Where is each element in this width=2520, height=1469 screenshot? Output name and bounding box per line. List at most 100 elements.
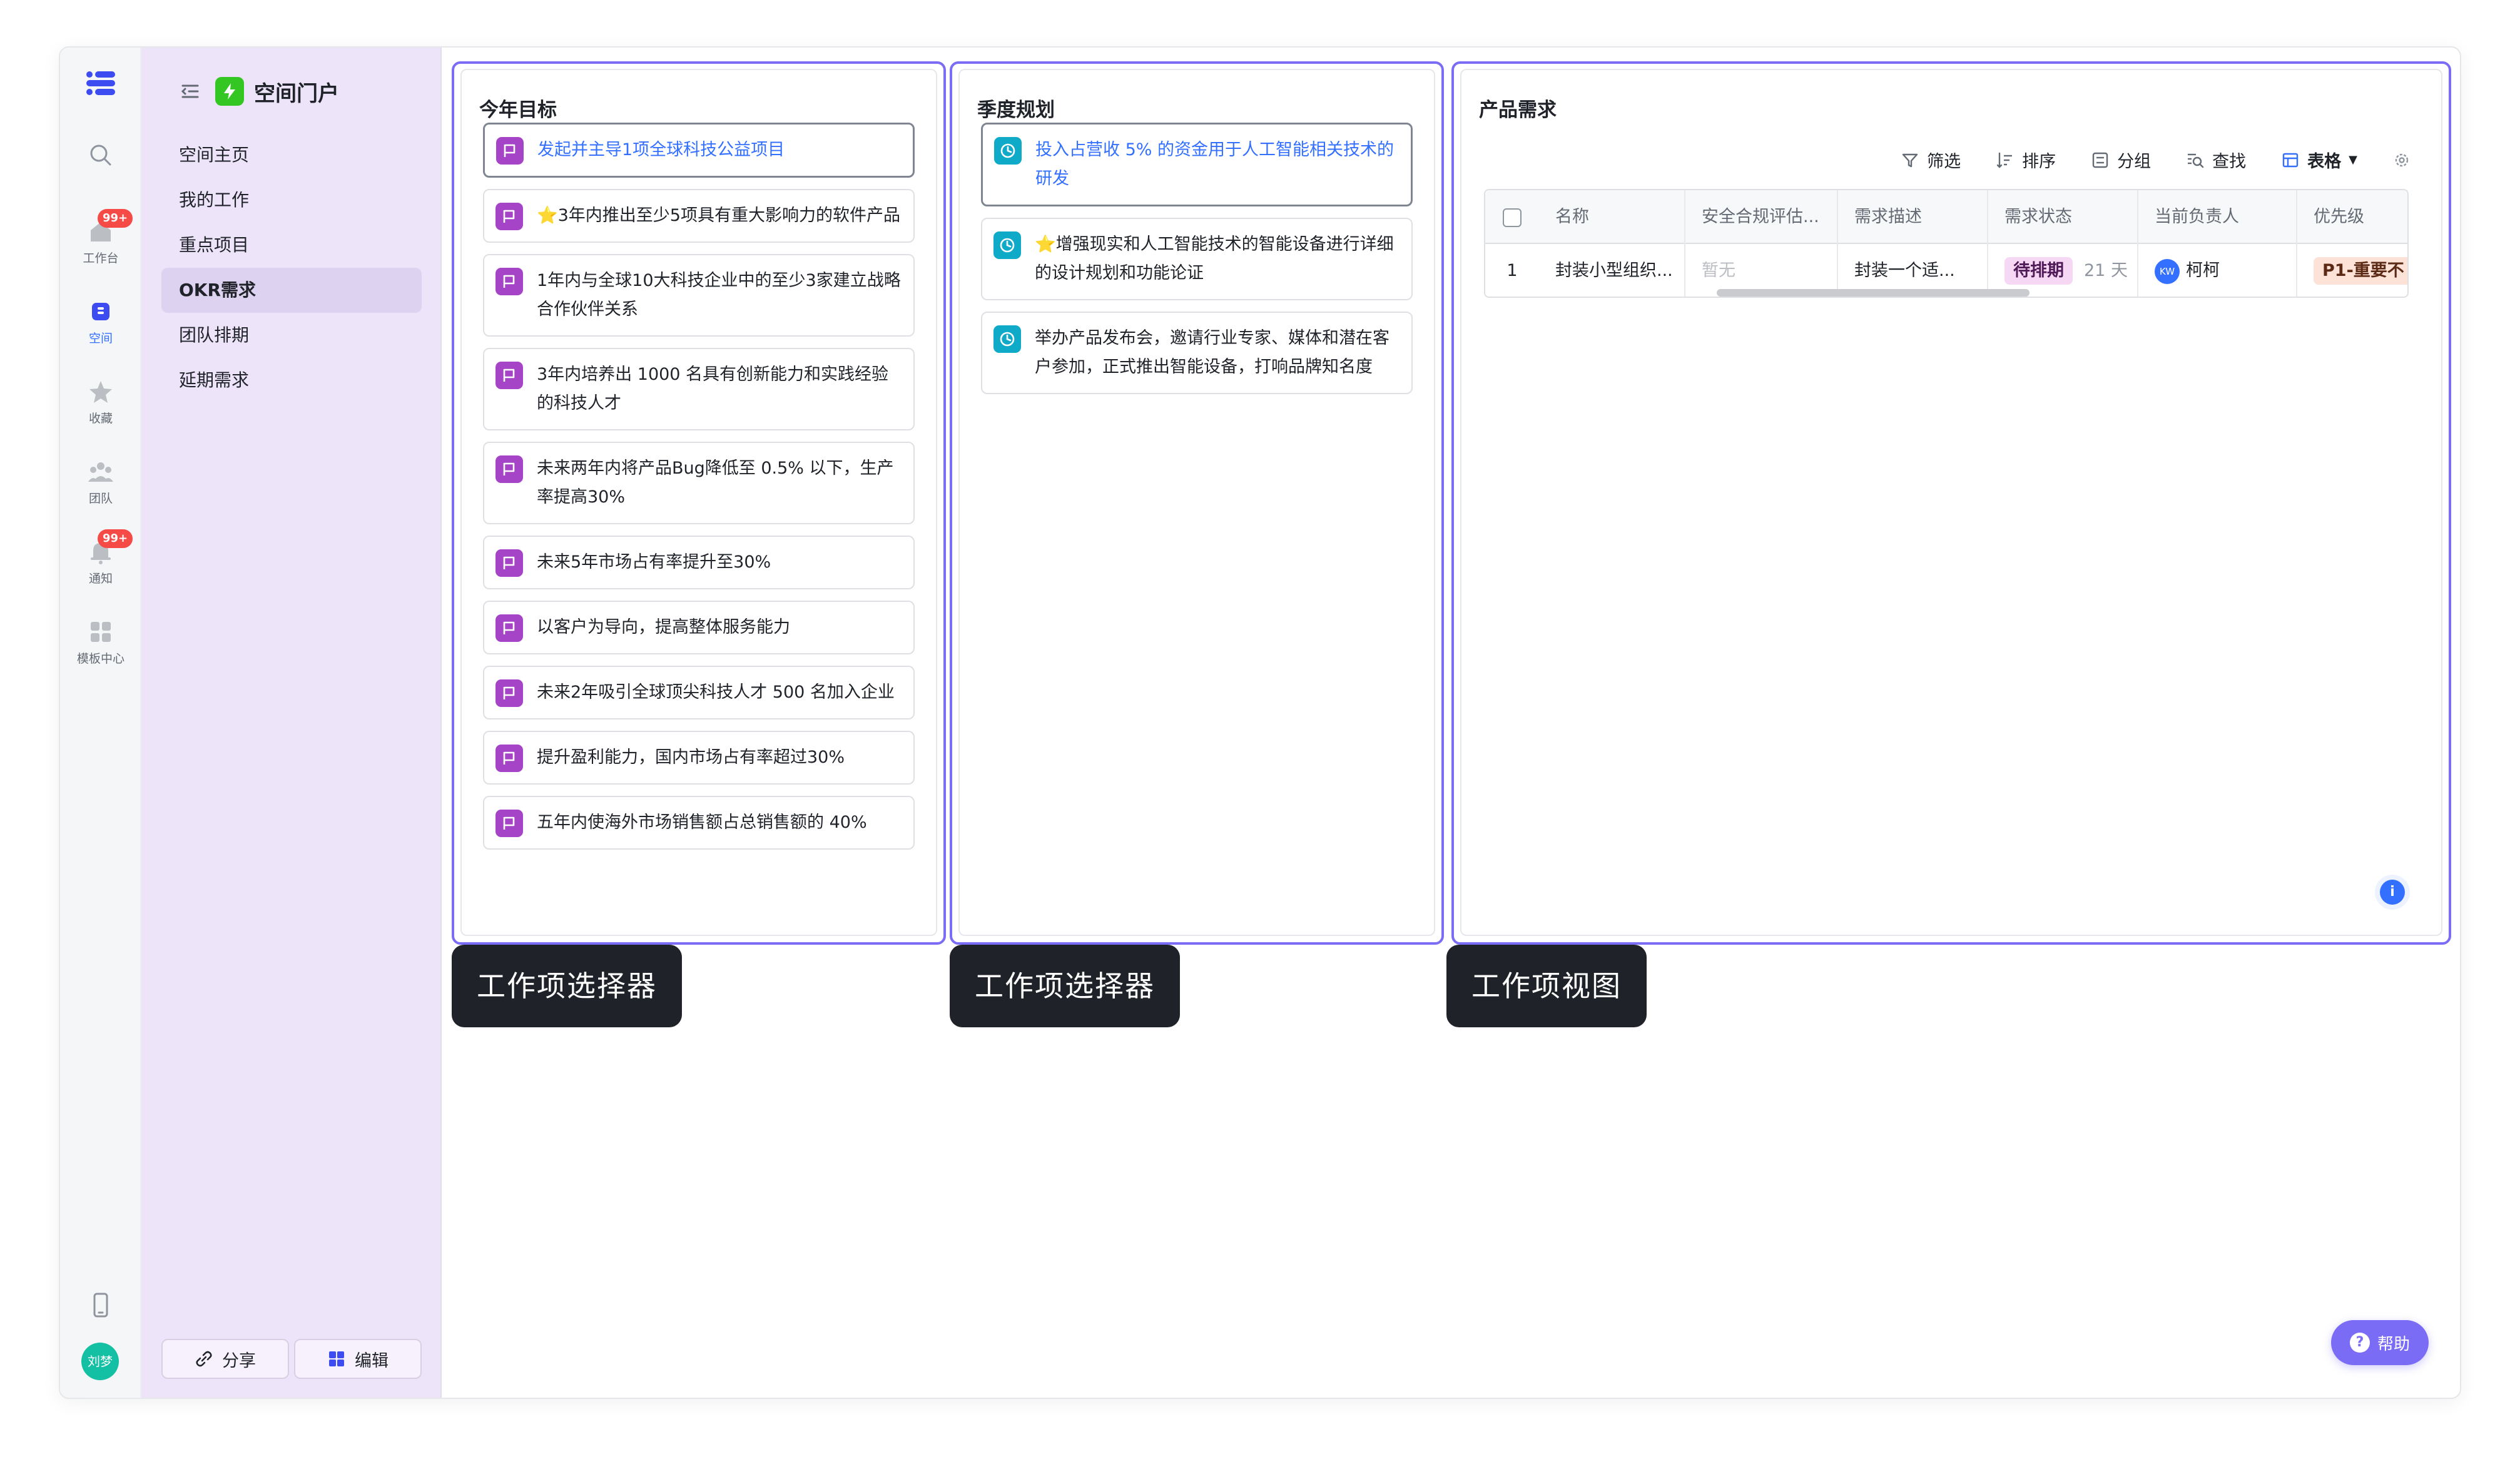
group-button[interactable]: 分组 [2091, 148, 2151, 172]
rail-search[interactable] [60, 141, 141, 169]
item-text: 以客户为导向，提高整体服务能力 [537, 618, 790, 637]
quarter-selector-panel: 季度规划 投入占营收 5% 的资金用于人工智能相关技术的研发 ⭐增强现实和人工智… [950, 61, 1444, 945]
column-header[interactable]: 需求描述 [1838, 190, 1988, 244]
avatar: KW [2155, 258, 2180, 284]
clock-icon [993, 325, 1021, 353]
rail-label: 通知 [88, 572, 113, 586]
widget-type-tag: 工作项选择器 [950, 945, 1180, 1027]
rail-item-workbench[interactable]: 99+ 工作台 [60, 209, 141, 266]
user-avatar[interactable]: 刘梦 [81, 1343, 119, 1380]
priority-cell[interactable]: P1-重要不 [2297, 244, 2407, 297]
flag-icon [495, 745, 523, 772]
list-item[interactable]: 1年内与全球10大科技企业中的至少3家建立战略合作伙伴关系 [483, 254, 915, 337]
list-item[interactable]: 投入占营收 5% 的资金用于人工智能相关技术的研发 [981, 123, 1413, 206]
row-index: 1 [1506, 261, 1518, 280]
list-item[interactable]: 发起并主导1项全球科技公益项目 [483, 123, 915, 178]
caret-down-icon: ▼ [2349, 153, 2357, 166]
goals-selector-panel: 今年目标 发起并主导1项全球科技公益项目 ⭐3年内推出至少5项具有重大影响力的软… [452, 61, 946, 945]
help-button[interactable]: ? 帮助 [2330, 1320, 2429, 1365]
flag-icon [495, 268, 523, 295]
filter-button[interactable]: 筛选 [1901, 148, 1961, 172]
rail-item-templates[interactable]: 模板中心 [60, 618, 141, 666]
template-grid-icon [91, 622, 111, 642]
sidebar-item-team-schedule[interactable]: 团队排期 [161, 313, 422, 358]
rail-mobile[interactable] [60, 1291, 141, 1319]
info-icon[interactable]: i [2380, 880, 2405, 905]
edit-button[interactable]: 编辑 [294, 1339, 422, 1379]
view-switcher[interactable]: 表格 ▼ [2281, 148, 2357, 172]
list-item[interactable]: 未来两年内将产品Bug降低至 0.5% 以下，生产率提高30% [483, 442, 915, 524]
rail-label: 模板中心 [76, 652, 124, 666]
column-header[interactable]: 安全合规评估... [1685, 190, 1838, 244]
owner-cell[interactable]: KW 柯柯 [2138, 244, 2297, 297]
rail-item-favorites[interactable]: 收藏 [60, 378, 141, 426]
sidebar-item-my-work[interactable]: 我的工作 [161, 178, 422, 223]
rail-item-team[interactable]: 团队 [60, 458, 141, 506]
column-header[interactable]: 需求状态 [1988, 190, 2138, 244]
sort-button[interactable]: 排序 [1996, 148, 2056, 172]
list-item[interactable]: ⭐3年内推出至少5项具有重大影响力的软件产品 [483, 189, 915, 243]
horizontal-scrollbar[interactable] [1717, 289, 2030, 297]
requirements-table: 名称 安全合规评估... 需求描述 需求状态 当前负责人 优先级 1 封装小型组… [1484, 189, 2409, 298]
sidebar-item-key-projects[interactable]: 重点项目 [161, 223, 422, 268]
list-item[interactable]: 未来2年吸引全球顶尖科技人才 500 名加入企业 [483, 666, 915, 719]
flag-icon [495, 549, 523, 577]
sidebar-header: 空间门户 [179, 73, 339, 110]
list-item[interactable]: 提升盈利能力，国内市场占有率超过30% [483, 731, 915, 785]
app-logo-icon[interactable] [84, 66, 118, 100]
list-item[interactable]: ⭐增强现实和人工智能技术的智能设备进行详细的设计规划和功能论证 [981, 218, 1413, 300]
flag-icon [495, 810, 523, 837]
flag-icon [495, 679, 523, 707]
priority-badge: P1-重要不 [2314, 257, 2407, 285]
space-title: 空间门户 [254, 81, 339, 106]
rail-item-notifications[interactable]: 99+ 通知 [60, 529, 141, 586]
item-text: 未来5年市场占有率提升至30% [537, 552, 771, 572]
list-item[interactable]: 以客户为导向，提高整体服务能力 [483, 601, 915, 654]
filter-icon [1902, 153, 1918, 167]
sidebar-nav: 空间主页 我的工作 重点项目 OKR需求 团队排期 延期需求 [161, 133, 422, 403]
panel-title: 产品需求 [1479, 99, 1557, 121]
name-cell[interactable]: 封装小型组织... [1539, 244, 1685, 297]
requirements-view-panel: 产品需求 筛选 排序 分组 查找 表格 ▼ 名称 安全合规评估... 需求描述 … [1451, 61, 2451, 945]
list-item[interactable]: 3年内培养出 1000 名具有创新能力和实践经验的科技人才 [483, 348, 915, 430]
sidebar-item-delayed[interactable]: 延期需求 [161, 358, 422, 403]
widget-type-tag: 工作项选择器 [452, 945, 682, 1027]
star-icon [89, 381, 112, 403]
column-header[interactable]: 当前负责人 [2138, 190, 2297, 244]
list-item[interactable]: 举办产品发布会，邀请行业专家、媒体和潜在客户参加，正式推出智能设备，打响品牌知名… [981, 312, 1413, 394]
item-text: 1年内与全球10大科技企业中的至少3家建立战略合作伙伴关系 [537, 271, 901, 319]
flag-icon [495, 455, 523, 483]
rail-label: 团队 [88, 492, 113, 506]
sidebar-item-okr[interactable]: OKR需求 [161, 268, 422, 313]
share-label: 分享 [222, 1351, 256, 1371]
column-header[interactable]: 优先级 [2297, 190, 2407, 244]
list-item[interactable]: 未来5年市场占有率提升至30% [483, 536, 915, 589]
sort-icon [1996, 152, 2013, 168]
find-button[interactable]: 查找 [2186, 148, 2246, 172]
status-badge: 待排期 [2004, 257, 2073, 285]
goals-list: 发起并主导1项全球科技公益项目 ⭐3年内推出至少5项具有重大影响力的软件产品 1… [483, 123, 915, 861]
group-icon [2092, 152, 2108, 168]
sidebar-item-space-home[interactable]: 空间主页 [161, 133, 422, 178]
column-header[interactable]: 名称 [1539, 190, 1685, 244]
notification-badge: 99+ [98, 209, 133, 228]
collapse-sidebar-icon[interactable] [179, 80, 201, 103]
icon-rail: 99+ 工作台 空间 收藏 团队 99+ 通知 模板中心 刘梦 [60, 48, 141, 1398]
share-button[interactable]: 分享 [161, 1339, 289, 1379]
item-text: 五年内使海外市场销售额占总销售额的 40% [537, 813, 867, 832]
list-item[interactable]: 五年内使海外市场销售额占总销售额的 40% [483, 796, 915, 850]
flag-icon [496, 137, 524, 165]
item-text: 未来两年内将产品Bug降低至 0.5% 以下，生产率提高30% [537, 459, 894, 507]
rail-label: 收藏 [88, 412, 113, 425]
view-settings-button[interactable] [2392, 151, 2411, 170]
rail-item-space[interactable]: 空间 [60, 298, 141, 346]
select-all-checkbox[interactable] [1503, 208, 1522, 227]
panel-title: 今年目标 [479, 99, 557, 121]
item-text: 发起并主导1项全球科技公益项目 [537, 140, 785, 160]
find-icon [2188, 153, 2204, 168]
flag-icon [495, 362, 523, 389]
owner-name: 柯柯 [2186, 261, 2220, 280]
sidebar-footer: 分享 编辑 [161, 1339, 422, 1379]
select-all-cell [1485, 190, 1539, 244]
clock-icon [994, 137, 1022, 165]
